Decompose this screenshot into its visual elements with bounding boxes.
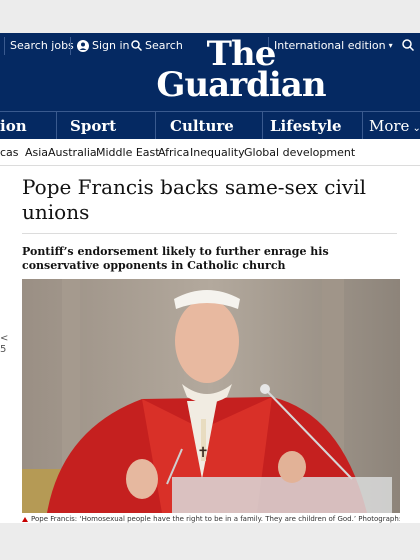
chevron-down-icon: ⌄ <box>412 123 420 134</box>
side-edge: < 5 <box>0 333 8 355</box>
subnav-item[interactable]: Middle East <box>96 146 160 159</box>
main-nav: ion Sport Culture Lifestyle More ⌄ <box>0 111 420 140</box>
sign-in-label: Sign in <box>92 39 130 52</box>
search-icon <box>131 40 142 51</box>
chevron-down-icon: ▾ <box>388 41 393 50</box>
logo-line-2: Guardian <box>156 65 326 105</box>
subnav-item[interactable]: Inequality <box>190 146 245 159</box>
chevron-left-icon: < <box>0 333 9 344</box>
divider <box>22 233 397 234</box>
divider <box>70 37 71 55</box>
divider <box>4 37 5 55</box>
article-standfirst: Pontiff’s endorsement likely to further … <box>22 245 329 272</box>
article-headline: Pope Francis backs same-sex civil unions <box>22 175 366 224</box>
subnav-item[interactable]: Global development <box>244 146 355 159</box>
subnav-item[interactable]: cas <box>0 146 19 159</box>
divider <box>362 112 363 140</box>
sign-in-link[interactable]: Sign in <box>77 39 130 52</box>
masthead: Search jobs Sign in Search International… <box>0 33 420 111</box>
nav-item-sport[interactable]: Sport <box>70 112 116 140</box>
pope-photo-illustration: ✝ <box>22 279 400 513</box>
svg-text:✝: ✝ <box>197 445 209 461</box>
nav-item-culture[interactable]: Culture <box>170 112 234 140</box>
subnav-item[interactable]: Australia <box>48 146 97 159</box>
nav-item-partial[interactable]: ion <box>0 112 27 140</box>
subnav-item[interactable]: Africa <box>158 146 189 159</box>
photo-caption: Pope Francis: ‘Homosexual people have th… <box>22 515 400 523</box>
search-jobs-label: Search jobs <box>10 39 74 52</box>
nav-item-lifestyle[interactable]: Lifestyle <box>270 112 342 140</box>
article-photo: ✝ <box>22 279 400 513</box>
divider <box>155 112 156 140</box>
more-label: More <box>369 117 410 135</box>
subnav-item[interactable]: Asia <box>25 146 48 159</box>
nav-item-more[interactable]: More ⌄ <box>369 112 420 140</box>
divider <box>262 112 263 140</box>
user-icon <box>77 39 89 52</box>
search-icon-button[interactable] <box>402 39 414 51</box>
caption-triangle-icon <box>22 516 28 522</box>
caption-text: Pope Francis: ‘Homosexual people have th… <box>31 515 400 523</box>
guardian-logo[interactable]: The Guardian <box>150 37 332 105</box>
sub-nav: cas Asia Australia Middle East Africa In… <box>0 139 420 166</box>
edge-number: 5 <box>0 344 7 355</box>
divider <box>56 112 57 140</box>
search-icon <box>402 39 414 51</box>
article-page: Search jobs Sign in Search International… <box>0 33 420 523</box>
search-jobs-link[interactable]: Search jobs <box>10 39 74 52</box>
